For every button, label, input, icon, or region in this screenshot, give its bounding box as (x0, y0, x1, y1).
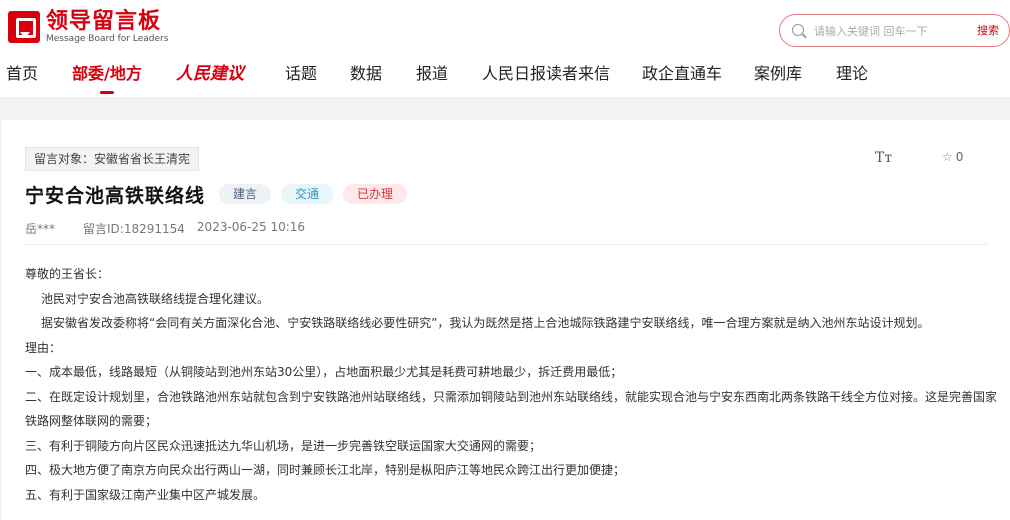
nav-item-ministries-local[interactable]: 部委/地方 (72, 60, 142, 94)
site-logo[interactable]: 领导留言板 Message Board for Leaders (8, 7, 168, 47)
font-size-toggle[interactable]: Tт (875, 150, 892, 166)
main-nav: 首页 部委/地方 人民建议 话题 数据 报道 人民日报读者来信 政企直通车 案例… (0, 60, 1010, 97)
tag-transport: 交通 (281, 184, 334, 204)
post-meta: 岳*** 留言ID:18291154 2023-06-25 10:16 (25, 220, 333, 237)
message-body: 尊敬的王省长： 池民对宁安合池高铁联络线提合理化建议。 据安徽省发改委称将“会同… (25, 262, 1000, 507)
paragraph: 四、极大地方便了南京方向民众出行两山一湖，同时兼顾长江北岸，特别是枞阳庐江等地民… (25, 463, 626, 477)
paragraph: 五、有利于国家级江南产业集中区产城发展。 (25, 487, 266, 502)
nav-item-reader-letters[interactable]: 人民日报读者来信 (482, 60, 610, 90)
nav-item-theory[interactable]: 理论 (836, 60, 868, 90)
paragraph: 池民对宁安合池高铁联络线提合理化建议。 (41, 291, 270, 306)
nav-item-people-suggestions[interactable]: 人民建议 (176, 60, 244, 90)
paragraph: 据安徽省发改委称将“会同有关方面深化合池、宁安铁路联络线必要性研究”，我认为既然… (41, 316, 930, 330)
message-target[interactable]: 留言对象：安徽省省长王清宪 (25, 147, 200, 171)
star-icon: ☆ (942, 150, 953, 164)
logo-icon (8, 11, 40, 43)
status-badge: 已办理 (343, 184, 408, 204)
nav-item-home[interactable]: 首页 (6, 60, 38, 90)
page-title: 宁安合池高铁联络线 (25, 184, 206, 207)
favorite-count: 0 (955, 150, 964, 164)
paragraph: 三、有利于铜陵方向片区民众迅速抵达九华山机场，是进一步完善铁空联运国家大交通网的… (25, 438, 542, 453)
post-datetime: 2023-06-25 10:16 (196, 220, 306, 234)
message-id: 留言ID:18291154 (83, 222, 185, 236)
logo-title: 领导留言板 (46, 8, 162, 34)
paragraph: 二、在既定设计规划里，合池铁路池州东站就包含到宁安铁路池州站联络线，只需添加铜陵… (25, 389, 998, 429)
tag-suggestion: 建言 (219, 184, 272, 204)
nav-item-reports[interactable]: 报道 (416, 60, 448, 90)
top-bar: 领导留言板 Message Board for Leaders 搜索 首页 部委… (0, 0, 1010, 97)
nav-item-gov-enterprise[interactable]: 政企直通车 (642, 60, 722, 90)
search-icon (792, 24, 804, 36)
search-input[interactable] (814, 21, 964, 41)
nav-item-topics[interactable]: 话题 (285, 60, 317, 90)
title-row: 宁安合池高铁联络线 建言 交通 已办理 (25, 180, 408, 208)
search-button[interactable]: 搜索 (977, 22, 999, 38)
nav-item-case-library[interactable]: 案例库 (754, 60, 802, 90)
message-card: 留言对象：安徽省省长王清宪 Tт ☆ 0 宁安合池高铁联络线 建言 交通 已办理 … (2, 120, 1010, 520)
paragraph: 理由： (25, 340, 62, 355)
search-box: 搜索 (779, 14, 1010, 47)
author-name: 岳*** (25, 222, 56, 236)
paragraph: 一、成本最低，线路最短（从铜陵站到池州东站30公里），占地面积最少尤其是耗费可耕… (25, 365, 623, 379)
paragraph: 尊敬的王省长： (25, 267, 110, 281)
logo-subtitle: Message Board for Leaders (46, 33, 169, 44)
divider (25, 244, 988, 245)
nav-item-data[interactable]: 数据 (350, 60, 382, 90)
favorite-button[interactable]: ☆ 0 (942, 150, 963, 164)
